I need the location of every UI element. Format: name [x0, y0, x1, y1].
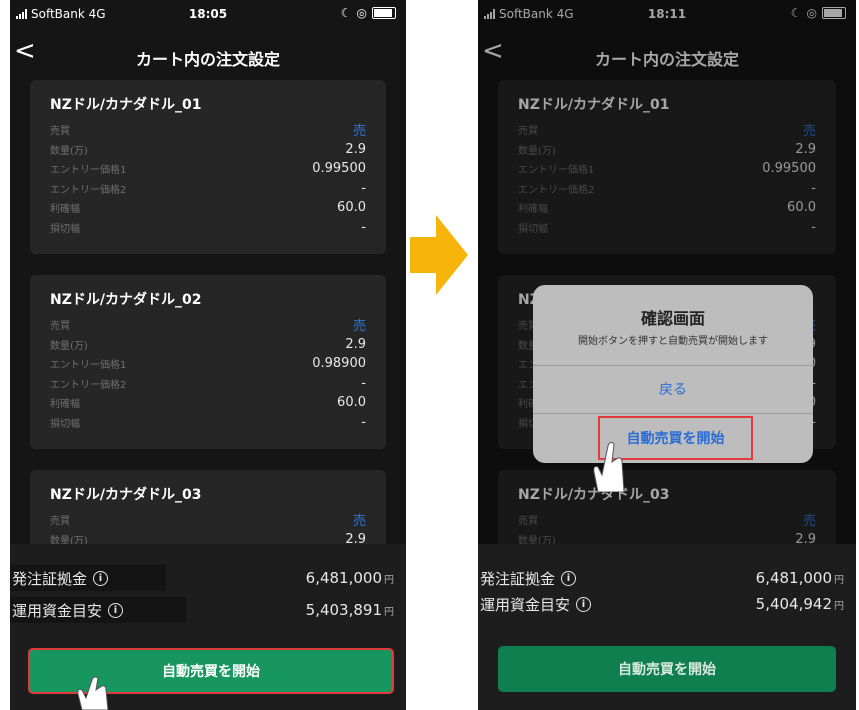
summary-value: 5,403,891 [305, 601, 382, 619]
summary-label: 運用資金目安 [12, 601, 103, 620]
summary-label: 発注証拠金 [480, 569, 556, 588]
order-detail-label: エントリー価格2 [50, 184, 127, 196]
divider [533, 365, 813, 366]
nav-bar: < カート内の注文設定 [10, 34, 406, 74]
order-detail-value: 売 [352, 514, 366, 530]
order-detail-value: 2.9 [345, 141, 366, 157]
order-detail-row: エントリー価格1 0.99500 [50, 159, 366, 179]
summary-value: 6,481,000 [305, 569, 382, 587]
order-card-title: NZドル/カナダドル_03 [50, 487, 202, 503]
order-detail-label: 数量(万) [50, 145, 88, 157]
order-detail-label: 損切幅 [50, 223, 80, 235]
confirm-dialog: 確認画面 開始ボタンを押すと自動売買が開始します 戻る 自動売買を開始 [533, 285, 813, 463]
tap-hand-icon [593, 441, 625, 492]
dialog-back-button[interactable]: 戻る [533, 369, 813, 409]
info-icon[interactable]: i [108, 602, 124, 618]
currency-unit: 円 [834, 575, 844, 586]
start-auto-trade-button[interactable]: 自動売買を開始 [498, 646, 836, 692]
summary-panel: 発注証拠金 i 6,481,000 円 運用資金目安 i 5,403,891 円 自動売… [10, 544, 406, 710]
order-detail-row: 損切幅 - [50, 218, 366, 238]
currency-unit: 円 [834, 601, 844, 612]
info-icon[interactable]: i [561, 570, 577, 586]
dialog-message: 開始ボタンを押すと自動売買が開始します [578, 336, 768, 347]
order-detail-value: - [361, 219, 366, 235]
divider [533, 413, 813, 414]
order-detail-label: エントリー価格2 [50, 379, 127, 391]
phone-screen-after: SoftBank 4G 18:11 ☾ ◎ < カート内の注文設定 NZドル/カナ… [478, 0, 856, 710]
phone-screen-before: SoftBank 4G 18:05 ☾ ◎ < カート内の注文設定 NZドル/カナ… [10, 0, 406, 710]
summary-value: 5,404,942 [755, 595, 832, 613]
order-detail-value: 2.9 [345, 336, 366, 352]
order-detail-label: 利確幅 [50, 204, 80, 216]
order-detail-row: 売買 売 [50, 315, 366, 335]
order-detail-label: 売買 [50, 516, 70, 528]
order-detail-value: 売 [352, 124, 366, 140]
order-detail-value: - [361, 180, 366, 196]
order-detail-row: エントリー価格1 0.98900 [50, 354, 366, 374]
order-detail-value: 売 [352, 319, 366, 335]
tap-hand-icon [77, 676, 109, 710]
order-detail-label: 売買 [50, 126, 70, 138]
order-detail-row: エントリー価格2 - [50, 374, 366, 394]
order-detail-row: 売買 売 [50, 510, 366, 530]
order-detail-row: 利確幅 60.0 [50, 198, 366, 218]
summary-row-margin: 発注証拠金 i 6,481,000 円 [10, 564, 406, 592]
order-detail-label: エントリー価格1 [50, 165, 127, 177]
info-icon[interactable]: i [93, 570, 109, 586]
order-detail-value: 60.0 [337, 395, 366, 411]
location-icon: ◎ [356, 6, 367, 20]
summary-panel: 発注証拠金 i 6,481,000 円 運用資金目安 i 5,404,942 円 自動売… [478, 544, 856, 710]
battery-icon [372, 7, 396, 19]
order-detail-value: - [361, 375, 366, 391]
order-card-title: NZドル/カナダドル_02 [50, 292, 202, 308]
order-card[interactable]: NZドル/カナダドル_01 売買売数量(万) 2.9 エントリー価格1 0.99500 エ… [30, 80, 386, 254]
currency-unit: 円 [384, 575, 394, 586]
summary-label: 運用資金目安 [480, 595, 571, 614]
order-detail-label: 売買 [50, 321, 70, 333]
status-bar: SoftBank 4G 18:05 ☾ ◎ [10, 0, 406, 28]
dialog-title: 確認画面 [640, 309, 705, 328]
currency-unit: 円 [384, 607, 394, 618]
summary-row-fund: 運用資金目安 i 5,404,942 円 [478, 590, 856, 618]
order-detail-label: エントリー価格1 [50, 360, 127, 372]
order-detail-label: 利確幅 [50, 399, 80, 411]
order-detail-value: 60.0 [337, 200, 366, 216]
order-card[interactable]: NZドル/カナダドル_03 売買 売数量(万) 2.9 [30, 470, 386, 544]
order-detail-row: 損切幅 - [50, 413, 366, 433]
order-detail-row: 数量(万) 2.9 [50, 530, 366, 544]
order-detail-row: 利確幅 60.0 [50, 393, 366, 413]
order-detail-label: 数量(万) [50, 535, 88, 544]
info-icon[interactable]: i [576, 596, 592, 612]
summary-value: 6,481,000 [755, 569, 832, 587]
order-detail-value: 2.9 [345, 531, 366, 544]
summary-label: 発注証拠金 [12, 569, 88, 588]
order-detail-label: 数量(万) [50, 340, 88, 352]
order-list[interactable]: NZドル/カナダドル_01 売買売数量(万) 2.9 エントリー価格1 0.99500 エ… [10, 80, 406, 544]
order-detail-label: 損切幅 [50, 418, 80, 430]
order-card[interactable]: NZドル/カナダドル_02売買売数量(万)2.9エントリー価格10.98900エ… [30, 275, 386, 449]
order-detail-value: 0.99500 [312, 161, 366, 177]
order-detail-value: - [361, 414, 366, 430]
page-title: カート内の注文設定 [135, 50, 280, 69]
next-step-arrow-icon [410, 215, 468, 295]
summary-row-fund: 運用資金目安 i 5,403,891 円 [10, 596, 406, 624]
moon-icon: ☾ [340, 6, 352, 20]
summary-row-margin: 発注証拠金 i 6,481,000 円 [478, 564, 856, 592]
order-detail-row: エントリー価格2 - [50, 179, 366, 199]
order-detail-value: 0.98900 [312, 356, 366, 372]
order-detail-row: 売買 売 [50, 120, 366, 140]
order-detail-row: 数量(万) 2.9 [50, 335, 366, 355]
order-detail-row: 数量(万) 2.9 [50, 140, 366, 160]
order-card-title: NZドル/カナダドル_01 [50, 97, 202, 113]
